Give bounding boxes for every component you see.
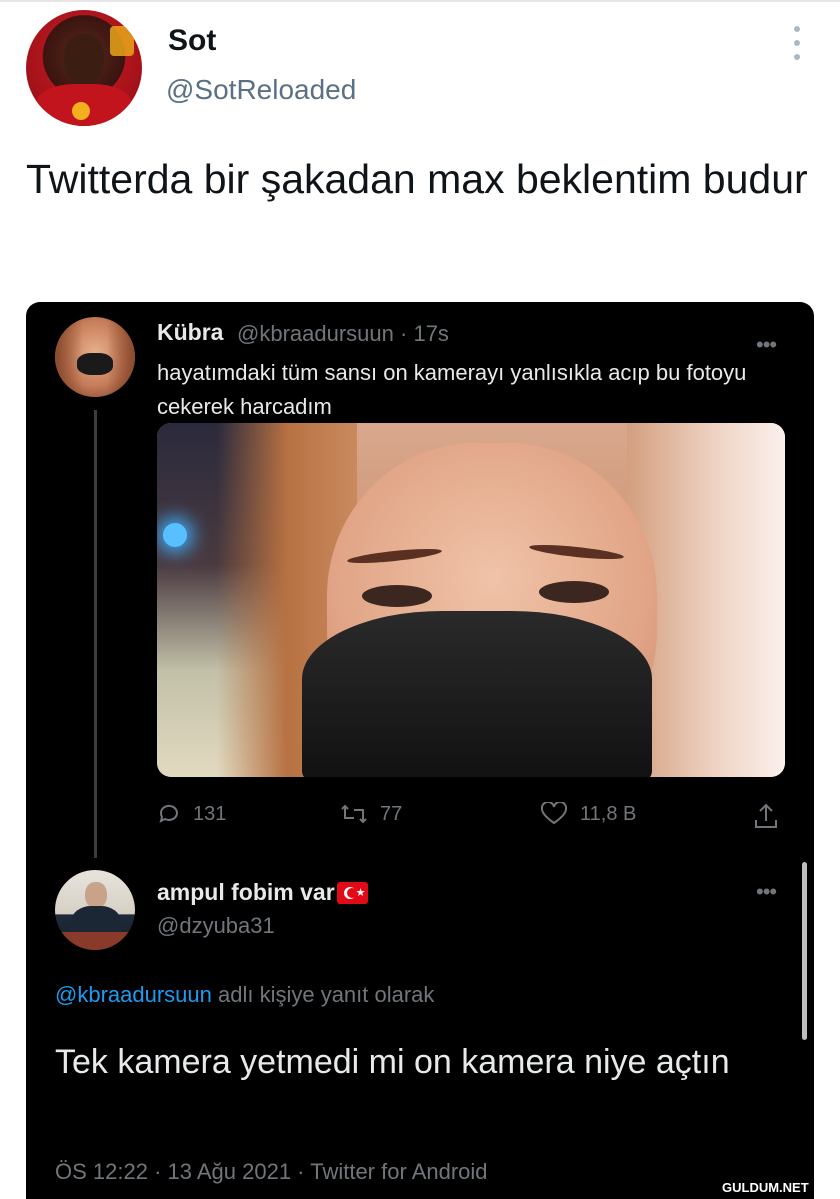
quoted-handle-time[interactable]: @kbraadursuun · 17s — [237, 321, 449, 347]
reply-stat[interactable]: 131 — [157, 802, 226, 826]
quoted-text: hayatımdaki tüm sansı on kamerayı yanlıs… — [157, 360, 747, 419]
reply-timestamp-source[interactable]: ÖS 12:22 · 13 Ağu 2021 · Twitter for And… — [55, 1159, 488, 1185]
quoted-name[interactable]: Kübra — [157, 319, 223, 346]
scrollbar[interactable] — [802, 862, 807, 1040]
quoted-photo[interactable] — [157, 423, 785, 777]
tweet-text: Twitterda bir şakadan max beklentim budu… — [26, 156, 808, 202]
embedded-thread-screenshot: Kübra @kbraadursuun · 17s ••• hayatımdak… — [26, 302, 814, 1199]
quoted-handle: @kbraadursuun — [237, 321, 394, 346]
author-name[interactable]: Sot — [168, 24, 216, 58]
reply-count: 131 — [193, 802, 227, 825]
top-divider — [0, 0, 840, 2]
reply-name: ampul fobim var — [157, 879, 335, 905]
like-count: 11,8 B — [580, 802, 637, 825]
author-avatar[interactable] — [26, 10, 142, 126]
replying-suffix: adlı kişiye yanıt olarak — [211, 982, 435, 1007]
retweet-stat[interactable]: 77 — [340, 802, 402, 826]
watermark: GULDUM.NET — [718, 1178, 813, 1198]
avatar-face — [64, 34, 104, 84]
reply-name-row[interactable]: ampul fobim var ★ — [157, 879, 368, 906]
retweet-count: 77 — [380, 802, 403, 825]
author-handle[interactable]: @SotReloaded — [166, 74, 356, 106]
thread-connector-line — [94, 410, 97, 858]
share-stat[interactable] — [753, 802, 791, 830]
heart-icon — [540, 802, 568, 825]
reply-icon — [159, 804, 178, 823]
quoted-avatar[interactable] — [55, 317, 135, 397]
reply-avatar[interactable] — [55, 870, 135, 950]
like-stat[interactable]: 11,8 B — [540, 802, 636, 826]
turkey-flag-icon: ★ — [336, 881, 368, 904]
quoted-stats-bar: 131 77 11,8 B — [157, 802, 785, 832]
retweet-icon — [341, 804, 367, 824]
more-horizontal-icon[interactable]: ••• — [756, 332, 777, 358]
crest-icon — [72, 102, 90, 120]
quoted-time: 17s — [413, 321, 449, 346]
reply-text: Tek kamera yetmedi mi on kamera niye açt… — [55, 1043, 730, 1081]
replying-to: @kbraadursuun adlı kişiye yanıt olarak — [55, 982, 434, 1008]
more-horizontal-icon[interactable]: ••• — [756, 879, 777, 905]
club-logo-icon — [110, 26, 134, 56]
share-icon — [755, 803, 777, 828]
replying-mention-link[interactable]: @kbraadursuun — [55, 982, 212, 1007]
reply-handle[interactable]: @dzyuba31 — [157, 913, 275, 939]
time-separator: · — [400, 321, 408, 346]
more-vertical-icon[interactable] — [786, 26, 808, 60]
